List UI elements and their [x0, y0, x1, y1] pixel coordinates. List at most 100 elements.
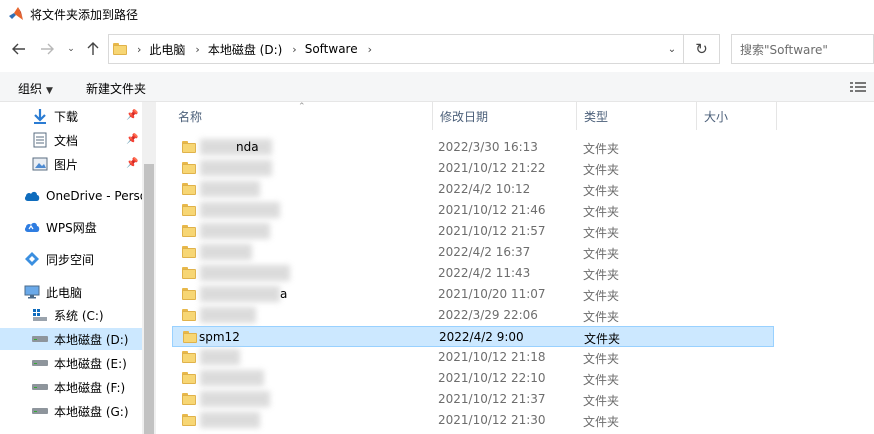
redacted-name: [200, 181, 260, 197]
column-header-type[interactable]: 类型: [576, 102, 696, 130]
pin-icon[interactable]: 📌: [126, 158, 138, 169]
back-button[interactable]: [10, 39, 28, 59]
file-row[interactable]: 2021/10/12 21:46 文件夹: [172, 200, 774, 221]
nav-item-drive-d[interactable]: 本地磁盘 (D:): [0, 328, 142, 350]
redacted-name: [200, 265, 290, 281]
column-header-name[interactable]: 名称: [170, 102, 432, 130]
breadcrumb-drive-d[interactable]: 本地磁盘 (D:): [208, 41, 282, 58]
file-row[interactable]: a 2021/10/20 11:07 文件夹: [172, 284, 774, 305]
folder-icon: [182, 183, 196, 195]
nav-item-label: 系统 (C:): [54, 308, 104, 323]
nav-item-sync-space[interactable]: 同步空间: [24, 248, 142, 270]
nav-item-drive-c[interactable]: 系统 (C:): [32, 304, 142, 326]
chevron-right-icon[interactable]: ›: [137, 43, 141, 56]
file-date: 2022/4/2 11:43: [438, 266, 531, 280]
nav-item-drive-g[interactable]: 本地磁盘 (G:): [32, 400, 142, 422]
file-row-selected[interactable]: spm12 2022/4/2 9:00 文件夹: [172, 326, 774, 347]
file-list: ⌃ 名称 修改日期 类型 大小 nda 2022/3/30 16:13 文件夹 …: [162, 102, 874, 434]
redacted-name: [200, 349, 240, 365]
download-icon: [32, 108, 48, 124]
folder-icon: [182, 246, 196, 258]
file-date: 2021/10/12 22:10: [438, 371, 546, 385]
file-row[interactable]: 2021/10/12 21:57 文件夹: [172, 221, 774, 242]
nav-item-label: 本地磁盘 (D:): [54, 332, 129, 347]
nav-item-this-pc[interactable]: 此电脑: [24, 281, 142, 303]
chevron-down-icon: ⌄: [67, 44, 75, 54]
redacted-name: [200, 391, 270, 407]
recent-locations-button[interactable]: ⌄: [62, 39, 80, 59]
breadcrumb-this-pc[interactable]: 此电脑: [149, 41, 185, 58]
document-icon: [32, 132, 48, 148]
matlab-logo-icon: [9, 7, 23, 20]
chevron-right-icon[interactable]: ›: [368, 43, 372, 56]
file-row[interactable]: 2021/10/12 21:37 文件夹: [172, 389, 774, 410]
redacted-name: [200, 223, 270, 239]
nav-item-drive-e[interactable]: 本地磁盘 (E:): [32, 352, 142, 374]
pin-icon[interactable]: 📌: [126, 110, 138, 121]
folder-icon: [183, 331, 197, 343]
nav-item-onedrive[interactable]: OneDrive - Perso: [24, 185, 142, 207]
address-bar[interactable]: › 此电脑 › 本地磁盘 (D:) › Software › ⌄: [108, 34, 684, 64]
address-history-dropdown[interactable]: ⌄: [661, 35, 683, 63]
file-name: nda: [236, 140, 259, 154]
file-type: 文件夹: [583, 289, 620, 303]
command-bar: 组织 ▼ 新建文件夹: [0, 72, 874, 102]
file-row[interactable]: 2022/4/2 10:12 文件夹: [172, 179, 774, 200]
file-row[interactable]: 2021/10/12 21:30 文件夹: [172, 410, 774, 431]
view-options-icon[interactable]: [850, 81, 866, 93]
file-type: 文件夹: [583, 310, 620, 324]
nav-item-wps-cloud[interactable]: WPS网盘: [24, 216, 142, 238]
nav-scrollbar[interactable]: [142, 102, 156, 434]
column-header-modified[interactable]: 修改日期: [432, 102, 576, 130]
breadcrumb-software[interactable]: Software: [305, 42, 358, 56]
file-date: 2021/10/12 21:22: [438, 161, 546, 175]
column-header-size[interactable]: 大小: [696, 102, 776, 130]
back-arrow-icon: [12, 43, 25, 55]
file-date: 2021/10/12 21:46: [438, 203, 546, 217]
redacted-name: [200, 160, 272, 176]
folder-icon: [113, 43, 127, 55]
organize-menu-button[interactable]: 组织 ▼: [18, 80, 53, 97]
nav-scrollbar-thumb[interactable]: [144, 164, 154, 434]
file-row[interactable]: 2022/3/29 22:06 文件夹: [172, 305, 774, 326]
file-name: a: [280, 287, 288, 301]
file-row[interactable]: 2021/10/12 21:18 文件夹: [172, 347, 774, 368]
nav-item-drive-f[interactable]: 本地磁盘 (F:): [32, 376, 142, 398]
folder-icon: [182, 393, 196, 405]
redacted-name: [200, 412, 260, 428]
file-type: 文件夹: [583, 205, 620, 219]
redacted-name: [200, 202, 280, 218]
address-row: ⌄ › 此电脑 › 本地磁盘 (D:) › Software › ⌄ ↻ 搜索"…: [0, 33, 874, 65]
up-button[interactable]: [84, 39, 102, 59]
column-divider[interactable]: [776, 102, 777, 130]
file-date: 2021/10/12 21:30: [438, 413, 546, 427]
picture-icon: [32, 156, 48, 172]
file-date: 2022/3/30 16:13: [438, 140, 538, 154]
nav-item-label: 本地磁盘 (G:): [54, 404, 129, 419]
file-row[interactable]: nda 2022/3/30 16:13 文件夹: [172, 137, 774, 158]
folder-icon: [182, 225, 196, 237]
forward-button[interactable]: [38, 39, 56, 59]
new-folder-button[interactable]: 新建文件夹: [86, 80, 146, 97]
file-row[interactable]: 2021/10/12 22:10 文件夹: [172, 368, 774, 389]
file-type: 文件夹: [583, 394, 620, 408]
refresh-button[interactable]: ↻: [684, 34, 720, 64]
drive-icon: [32, 355, 48, 371]
forward-arrow-icon: [41, 43, 54, 55]
nav-item-label: 下载: [54, 109, 79, 124]
file-name: spm12: [199, 330, 240, 344]
up-arrow-icon: [87, 42, 99, 55]
chevron-right-icon[interactable]: ›: [292, 43, 296, 56]
file-row[interactable]: 2022/4/2 11:43 文件夹: [172, 263, 774, 284]
chevron-right-icon[interactable]: ›: [195, 43, 199, 56]
search-input[interactable]: 搜索"Software": [731, 34, 874, 64]
file-type: 文件夹: [583, 163, 620, 177]
computer-icon: [24, 284, 40, 300]
navigation-pane: 下载 📌 文档 📌 图片 📌 OneDrive - Perso WPS网盘 同步…: [0, 102, 156, 434]
nav-item-label: 同步空间: [46, 252, 95, 267]
file-type: 文件夹: [583, 268, 620, 282]
pin-icon[interactable]: 📌: [126, 134, 138, 145]
folder-icon: [182, 414, 196, 426]
file-row[interactable]: 2022/4/2 16:37 文件夹: [172, 242, 774, 263]
file-row[interactable]: 2021/10/12 21:22 文件夹: [172, 158, 774, 179]
